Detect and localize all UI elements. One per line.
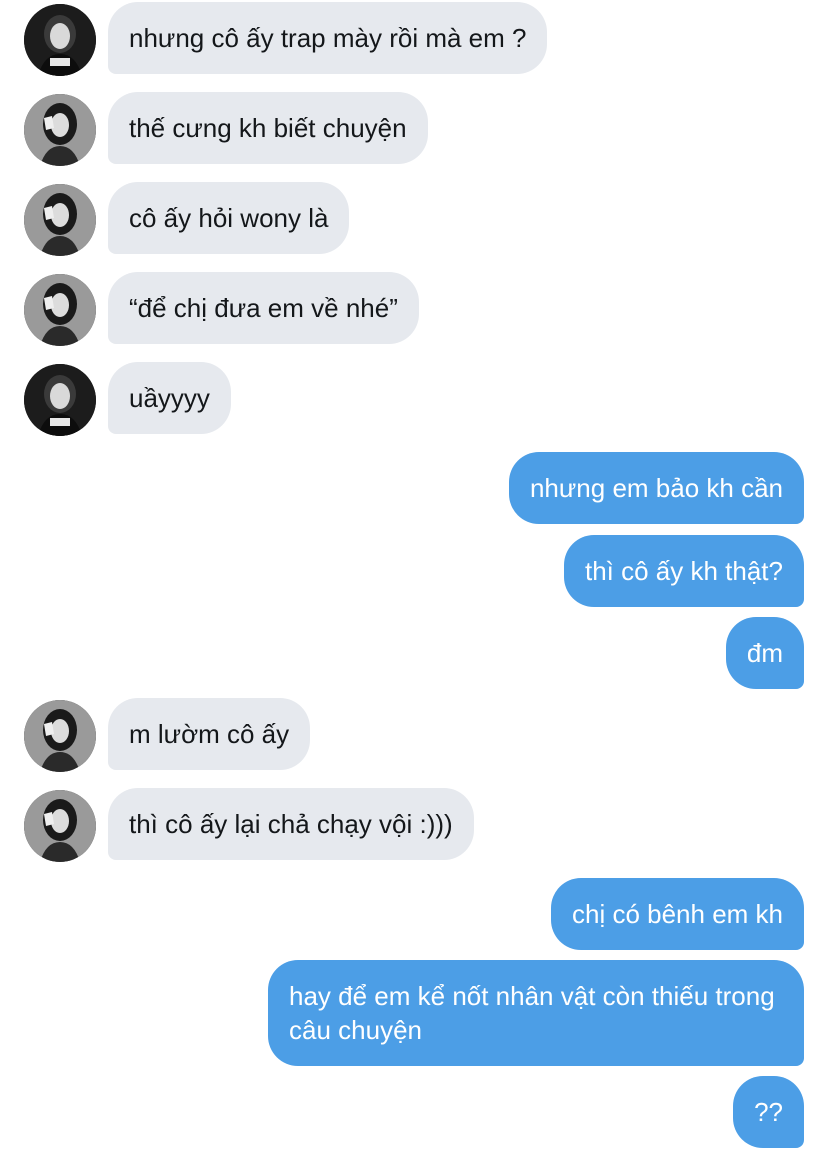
sender-avatar[interactable] — [24, 274, 96, 346]
avatar-photo-light — [24, 94, 96, 166]
sender-avatar[interactable] — [24, 790, 96, 862]
incoming-message-bubble[interactable]: nhưng cô ấy trap mày rồi mà em ? — [108, 2, 548, 74]
avatar-photo-light — [24, 700, 96, 772]
sender-avatar[interactable] — [24, 4, 96, 76]
incoming-message-bubble[interactable]: uầyyyy — [108, 362, 231, 434]
avatar-photo-light — [24, 274, 96, 346]
incoming-message-bubble[interactable]: “để chị đưa em về nhé” — [108, 272, 419, 344]
sender-avatar[interactable] — [24, 364, 96, 436]
avatar-photo-dark — [24, 4, 96, 76]
incoming-message-bubble[interactable]: thì cô ấy lại chả chạy vội :))) — [108, 788, 474, 860]
outgoing-message-bubble[interactable]: ?? — [733, 1076, 804, 1148]
incoming-message-bubble[interactable]: m lườm cô ấy — [108, 698, 311, 770]
avatar-photo-light — [24, 184, 96, 256]
outgoing-message-bubble[interactable]: hay để em kể nốt nhân vật còn thiếu tron… — [268, 960, 804, 1066]
incoming-message-bubble[interactable]: thế cưng kh biết chuyện — [108, 92, 428, 164]
sender-avatar[interactable] — [24, 700, 96, 772]
outgoing-message-bubble[interactable]: nhưng em bảo kh cần — [508, 452, 804, 524]
avatar-photo-dark — [24, 364, 96, 436]
sender-avatar[interactable] — [24, 184, 96, 256]
avatar-photo-light — [24, 790, 96, 862]
outgoing-message-bubble[interactable]: thì cô ấy kh thật? — [563, 535, 804, 607]
incoming-message-bubble[interactable]: cô ấy hỏi wony là — [108, 182, 350, 254]
outgoing-message-bubble[interactable]: chị có bênh em kh — [550, 878, 804, 950]
outgoing-message-bubble[interactable]: đm — [725, 617, 804, 689]
sender-avatar[interactable] — [24, 94, 96, 166]
